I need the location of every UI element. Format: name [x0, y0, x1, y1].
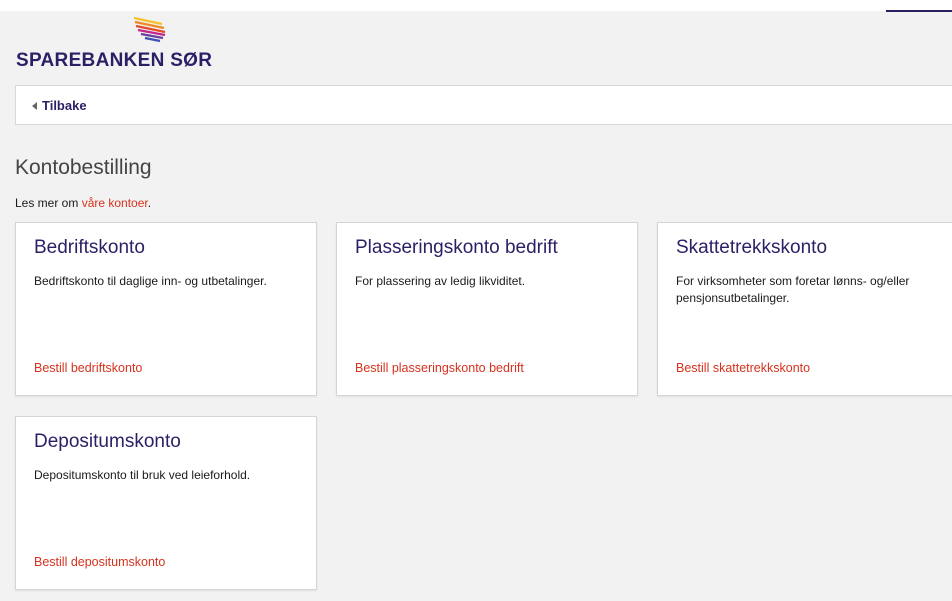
header-accent-line [886, 10, 952, 12]
back-link[interactable]: Tilbake [32, 98, 87, 113]
bank-logo[interactable]: SPAREBANKEN SØR [16, 16, 236, 74]
logo-stripes-icon [133, 16, 166, 43]
logo-wordmark: SPAREBANKEN SØR [16, 50, 213, 71]
card-description: For plassering av ledig likviditet. [355, 274, 526, 288]
our-accounts-link[interactable]: våre kontoer [82, 196, 148, 210]
card-description: Bedriftskonto til daglige inn- og utbeta… [34, 274, 267, 288]
order-bedriftskonto-link[interactable]: Bestill bedriftskonto [34, 361, 142, 375]
card-title: Depositumskonto [34, 431, 181, 452]
account-card-skattetrekkskonto: Skattetrekkskonto For virksomheter som f… [657, 222, 952, 396]
card-title: Bedriftskonto [34, 237, 145, 258]
intro-suffix: . [147, 196, 152, 210]
back-navigation-bar: Tilbake [15, 85, 952, 125]
card-description: Depositumskonto til bruk ved leieforhold… [34, 468, 251, 482]
order-depositumskonto-link[interactable]: Bestill depositumskonto [34, 555, 165, 569]
intro-prefix: Les mer om [15, 196, 82, 210]
order-plasseringskonto-link[interactable]: Bestill plasseringskonto bedrift [355, 361, 524, 375]
header-bar [0, 0, 952, 11]
card-description: For virksomheter som foretar lønns- og/e… [676, 274, 910, 305]
account-card-bedriftskonto: Bedriftskonto Bedriftskonto til daglige … [15, 222, 317, 396]
order-skattetrekkskonto-link[interactable]: Bestill skattetrekkskonto [676, 361, 810, 375]
account-card-plasseringskonto: Plasseringskonto bedrift For plassering … [336, 222, 638, 396]
caret-left-icon [32, 101, 37, 110]
card-title: Skattetrekkskonto [676, 237, 828, 258]
page-title: Kontobestilling [15, 156, 152, 179]
intro-text: Les mer om våre kontoer. [15, 196, 151, 210]
account-card-depositumskonto: Depositumskonto Depositumskonto til bruk… [15, 416, 317, 590]
back-link-label: Tilbake [42, 98, 87, 113]
card-title: Plasseringskonto bedrift [355, 237, 558, 258]
